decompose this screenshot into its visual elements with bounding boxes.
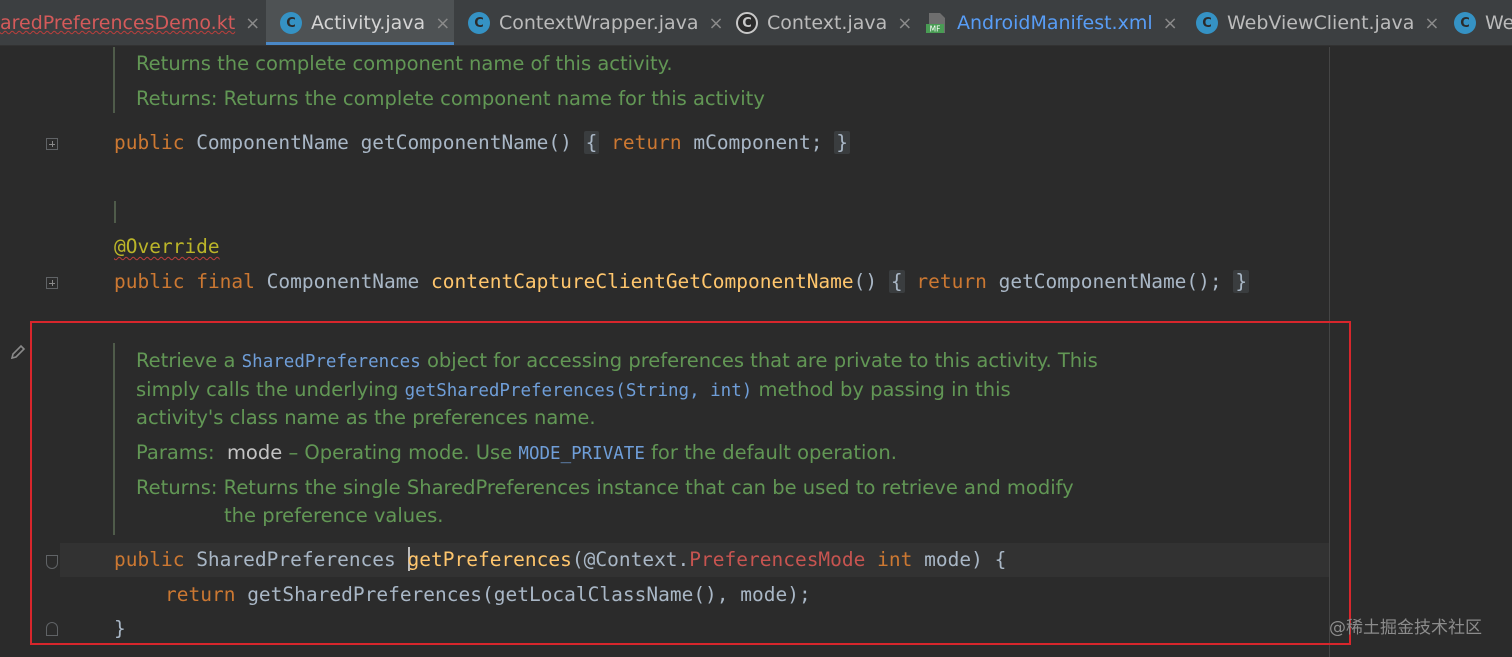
close-icon[interactable]: × [435,13,450,34]
code-line: public final ComponentName contentCaptur… [114,268,1250,296]
keyword: public [114,131,185,154]
class-icon: C [280,12,302,34]
parens: () [853,270,878,293]
fold-expand-icon[interactable] [46,277,58,289]
tab-sharedpreferencesdemo-kt[interactable]: aredPreferencesDemo.kt × [0,0,262,45]
tab-label: We [1485,12,1512,34]
keyword: return [611,131,682,154]
code-body: getComponentName(); [986,270,1222,293]
abstract-class-icon: C [736,12,758,34]
tab-label: Activity.java [311,12,426,34]
code-line: @Override [114,233,220,261]
method-name: getComponentName() [360,131,572,154]
code-body: mComponent; [681,131,823,154]
empty-doc-marker [114,201,116,223]
doc-comment-bar [113,47,115,113]
pencil-icon[interactable] [9,343,27,361]
code-editor[interactable]: Returns the complete component name of t… [0,47,1512,657]
method-name: contentCaptureClientGetComponentName [431,270,854,293]
highlight-box [30,321,1351,645]
fold-expand-icon[interactable] [46,138,58,150]
doc-comment-line: Returns the complete component name of t… [136,52,673,75]
folded-brace[interactable]: } [1233,270,1250,293]
folded-brace[interactable]: { [888,270,905,293]
doc-comment-line: Returns: Returns the complete component … [136,87,765,110]
type-name: ComponentName [254,270,432,293]
class-icon: C [1196,12,1218,34]
tab-label: aredPreferencesDemo.kt [0,12,236,34]
folded-brace[interactable]: } [834,131,850,154]
annotation: @Override [114,235,220,258]
tab-label: WebViewClient.java [1227,12,1415,34]
keyword: public [114,270,185,293]
tab-webviewclient-java[interactable]: C WebViewClient.java × [1182,0,1440,45]
class-icon: C [1454,12,1476,34]
type-name: ComponentName [184,131,361,154]
close-icon[interactable]: × [245,13,260,34]
keyword: return [916,270,987,293]
tab-label: AndroidManifest.xml [957,12,1153,34]
close-icon[interactable]: × [897,13,912,34]
class-icon: C [468,12,490,34]
editor-tab-bar: aredPreferencesDemo.kt × C Activity.java… [0,0,1512,46]
tab-androidmanifest-xml[interactable]: MF AndroidManifest.xml × [912,0,1182,45]
keyword: final [196,270,255,293]
code-line: public ComponentName getComponentName() … [114,129,850,157]
tab-activity-java[interactable]: C Activity.java × [266,0,454,45]
tab-label: Context.java [767,12,888,34]
close-icon[interactable]: × [1163,13,1178,34]
tab-webview-truncated[interactable]: C We [1440,0,1512,45]
tab-label: ContextWrapper.java [499,12,699,34]
tab-context-java[interactable]: C Context.java × [722,0,912,45]
manifest-icon: MF [926,12,948,34]
folded-brace[interactable]: { [583,131,600,154]
manifest-icon-text: MF [930,25,941,34]
close-icon[interactable]: × [1424,13,1439,34]
tab-contextwrapper-java[interactable]: C ContextWrapper.java × [454,0,724,45]
watermark: @稀土掘金技术社区 [1329,618,1482,638]
